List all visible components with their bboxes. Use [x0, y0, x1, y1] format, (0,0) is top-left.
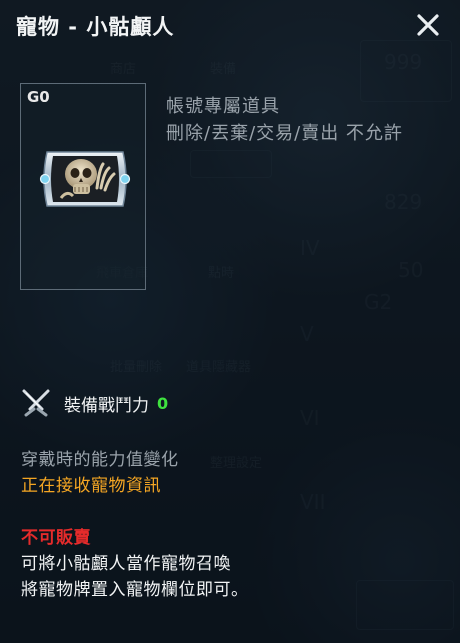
account-bound-line: 帳號專屬道具: [166, 96, 280, 117]
description-line: 將寵物牌置入寵物欄位即可。: [21, 580, 249, 600]
crossed-swords-icon: [22, 389, 50, 417]
item-grade: G0: [27, 88, 50, 106]
close-icon[interactable]: [412, 9, 444, 41]
equipment-power-label: 裝備戰鬥力: [64, 395, 149, 416]
equipment-power-row: 裝備戰鬥力 0: [20, 388, 168, 418]
ability-section: 穿戴時的能力值變化 正在接收寵物資訊: [21, 447, 179, 499]
window-title: 寵物 - 小骷顱人: [16, 15, 175, 39]
pet-info-status: 正在接收寵物資訊: [21, 476, 161, 496]
not-sellable-label: 不可販賣: [21, 528, 91, 548]
item-icon-frame: G0: [20, 83, 146, 290]
account-bound-info: 帳號專屬道具 刪除/丟棄/交易/賣出 不允許: [166, 93, 403, 147]
equipment-power-value: 0: [157, 393, 169, 413]
notes-section: 不可販賣 可將小骷顱人當作寵物召喚 將寵物牌置入寵物欄位即可。: [21, 525, 249, 603]
description-line: 可將小骷顱人當作寵物召喚: [21, 554, 231, 574]
skull-pet-card-icon: [39, 151, 131, 207]
trade-restriction-line: 刪除/丟棄/交易/賣出 不允許: [166, 123, 403, 144]
ability-change-title: 穿戴時的能力值變化: [21, 450, 179, 470]
